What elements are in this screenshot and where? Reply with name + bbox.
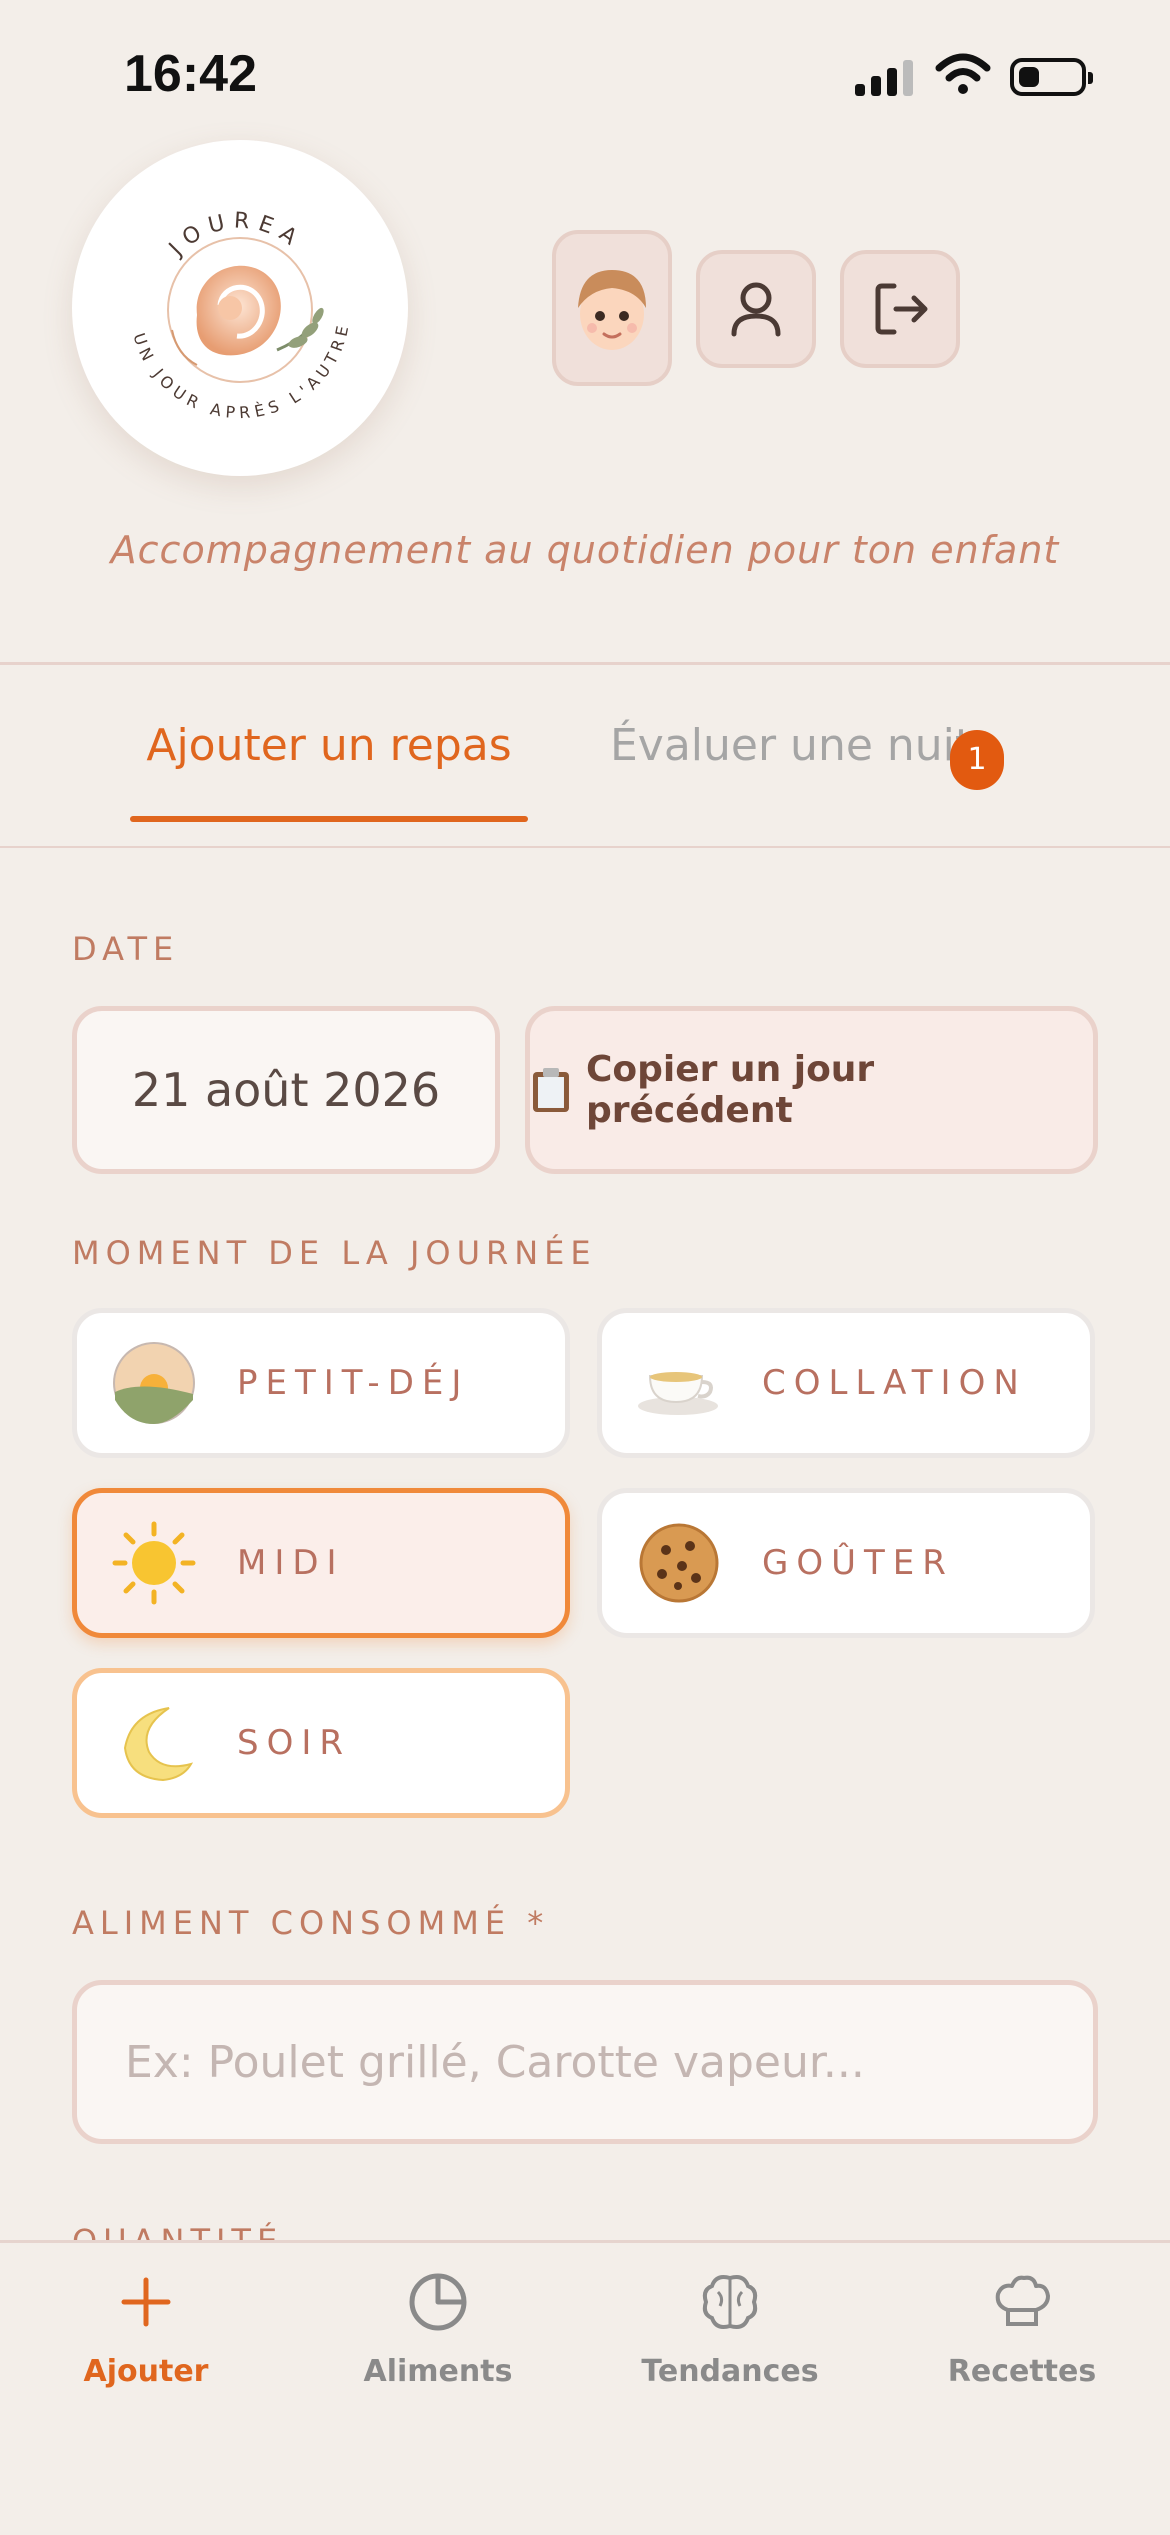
nav-recettes[interactable]: Recettes (902, 2270, 1142, 2389)
moment-option-gouter[interactable]: GOÛTER (597, 1488, 1095, 1638)
logout-icon (875, 283, 928, 335)
logout-button[interactable] (840, 250, 960, 368)
nav-aliments[interactable]: Aliments (318, 2270, 558, 2389)
copy-previous-day-label: Copier un jour précédent (585, 1049, 875, 1131)
active-tab-indicator (130, 816, 528, 822)
user-profile-button[interactable] (696, 250, 816, 368)
app-logo: JOUREA UN JOUR APRÈS L'AUTRE (72, 140, 408, 476)
brain-icon (702, 2275, 758, 2329)
chef-hat-icon (995, 2275, 1050, 2326)
clipboard-icon (532, 1068, 569, 1112)
sun-icon (112, 1521, 196, 1605)
moon-icon (123, 1707, 194, 1782)
nav-tendances[interactable]: Tendances (610, 2270, 850, 2389)
cookie-icon (639, 1523, 719, 1603)
child-avatar-icon (578, 270, 646, 350)
moment-option-soir[interactable]: SOIR (72, 1668, 570, 1818)
moment-label: MOMENT DE LA JOURNÉE (72, 1234, 597, 1272)
nav-ajouter[interactable]: Ajouter (26, 2270, 266, 2389)
tabs-divider (0, 846, 1170, 848)
header-divider (0, 662, 1170, 665)
child-profile-button[interactable] (552, 230, 672, 386)
date-picker[interactable]: 21 août 2026 (72, 1006, 500, 1174)
plus-icon (121, 2277, 171, 2327)
tab-evaluate-night[interactable]: Évaluer une nuit (610, 720, 972, 771)
sunrise-icon (113, 1342, 195, 1424)
app-tagline: Accompagnement au quotidien pour ton enf… (110, 528, 1060, 572)
tab-add-meal[interactable]: Ajouter un repas (130, 720, 528, 771)
date-label: DATE (72, 930, 180, 968)
notification-badge: 1 (950, 730, 1004, 790)
tea-cup-icon (638, 1372, 718, 1415)
wifi-icon (935, 53, 991, 94)
moment-option-collation[interactable]: COLLATION (597, 1308, 1095, 1458)
copy-previous-day-button[interactable]: Copier un jour précédent (525, 1006, 1098, 1174)
cellular-signal-icon (855, 58, 915, 96)
moment-option-petit-dej[interactable]: PETIT-DÉJ (72, 1308, 570, 1458)
status-time: 16:42 (124, 45, 257, 103)
moment-option-midi[interactable]: MIDI (72, 1488, 570, 1638)
battery-icon (1010, 58, 1093, 96)
food-label: ALIMENT CONSOMMÉ * (72, 1904, 550, 1942)
food-input[interactable] (72, 1980, 1098, 2144)
pie-chart-icon (409, 2273, 467, 2331)
user-icon (731, 282, 781, 337)
